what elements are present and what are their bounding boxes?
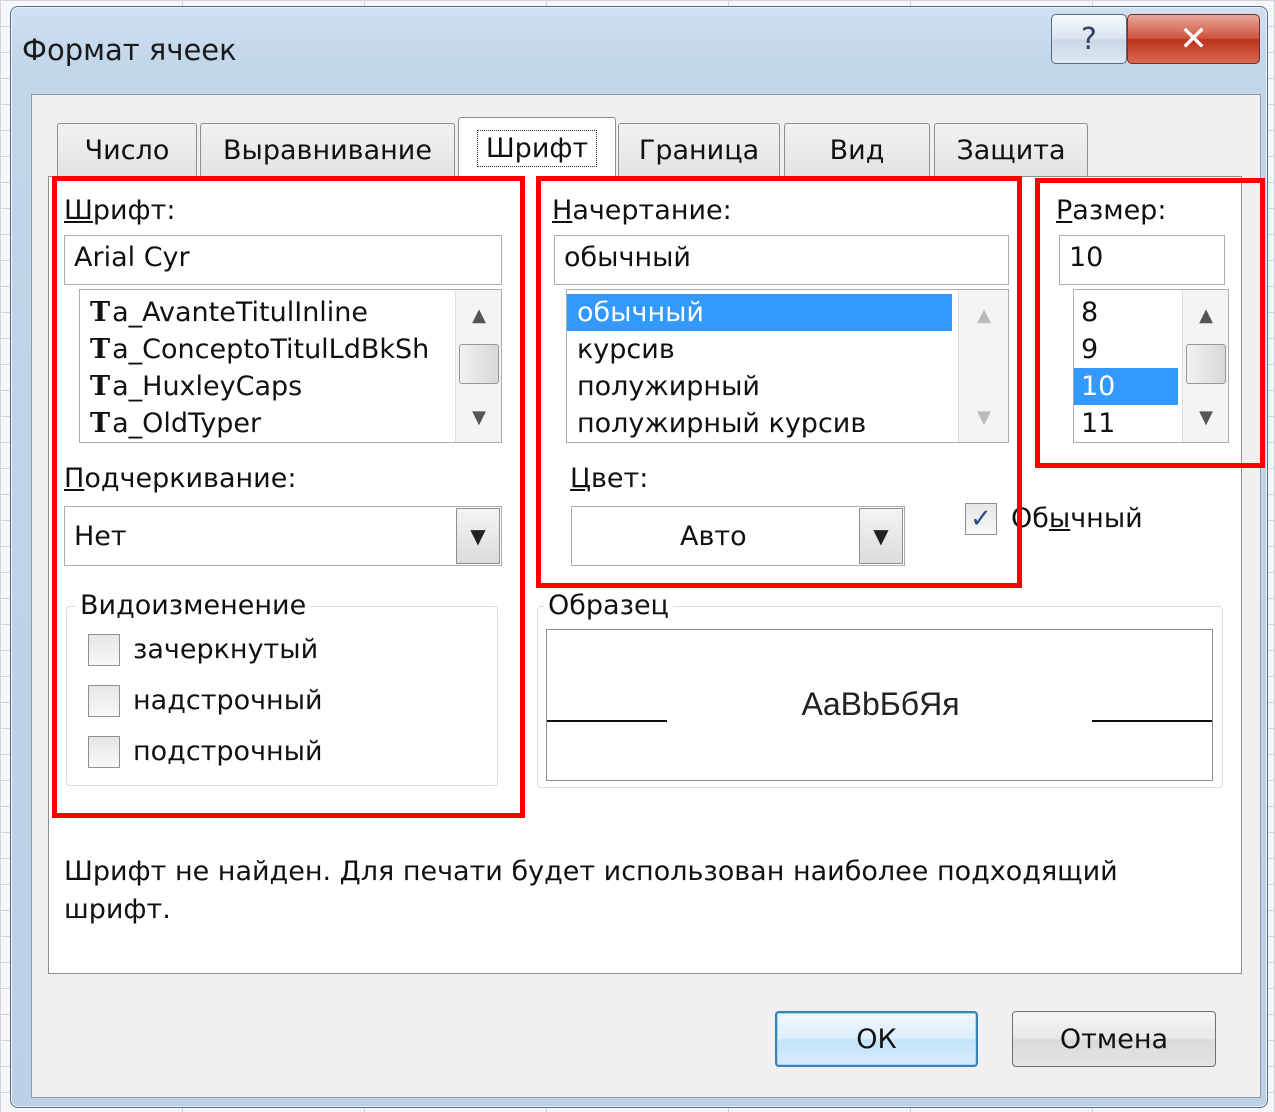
- tab-fill[interactable]: Вид: [784, 123, 930, 177]
- font-name-input[interactable]: Arial Cyr: [64, 235, 502, 285]
- truetype-icon: T: [90, 408, 110, 439]
- font-label: Шрифт:: [64, 195, 176, 226]
- preview-box: AaBbБбЯя: [546, 629, 1213, 781]
- normal-font-checkbox[interactable]: ✓: [965, 503, 997, 535]
- scroll-down-icon[interactable]: ▼: [456, 402, 501, 432]
- close-icon: ✕: [1179, 19, 1208, 59]
- truetype-icon: T: [90, 371, 110, 402]
- scroll-down-icon[interactable]: ▼: [959, 402, 1008, 432]
- help-button[interactable]: ?: [1051, 14, 1127, 64]
- list-item[interactable]: 8: [1074, 294, 1178, 331]
- font-list-scrollbar[interactable]: ▲ ▼: [455, 290, 501, 442]
- style-label: Начертание:: [552, 195, 732, 226]
- size-input[interactable]: 10: [1059, 235, 1225, 285]
- list-item[interactable]: полужирный курсив: [567, 405, 952, 442]
- tab-alignment[interactable]: Выравнивание: [200, 123, 455, 177]
- ok-button[interactable]: ОК: [775, 1011, 978, 1067]
- font-list[interactable]: Ta_AvanteTitulInline Ta_ConceptoTitulLdB…: [79, 289, 502, 443]
- chevron-down-icon[interactable]: ▼: [859, 508, 903, 564]
- effects-group-title: Видоизменение: [76, 590, 311, 621]
- strikethrough-label[interactable]: зачеркнутый: [133, 634, 318, 665]
- list-item[interactable]: полужирный: [567, 368, 952, 405]
- list-item[interactable]: Ta_AvanteTitulInline: [80, 294, 456, 331]
- scroll-up-icon[interactable]: ▲: [1183, 300, 1228, 330]
- style-list-scrollbar[interactable]: ▲ ▼: [958, 290, 1008, 442]
- preview-group-title: Образец: [544, 590, 673, 621]
- subscript-checkbox[interactable]: [88, 736, 120, 768]
- size-list-scrollbar[interactable]: ▲ ▼: [1182, 290, 1228, 442]
- list-item[interactable]: Ta_HuxleyCaps: [80, 368, 456, 405]
- font-not-found-message: Шрифт не найден. Для печати будет исполь…: [64, 856, 1118, 925]
- underline-value: Нет: [74, 521, 127, 552]
- style-input[interactable]: обычный: [554, 235, 1009, 285]
- tab-font[interactable]: Шрифт: [458, 117, 616, 179]
- scroll-thumb[interactable]: [459, 343, 499, 384]
- size-label: Размер:: [1056, 195, 1167, 226]
- tab-number[interactable]: Число: [57, 123, 197, 177]
- list-item[interactable]: 10: [1074, 368, 1178, 405]
- list-item[interactable]: Ta_ConceptoTitulLdBkSh: [80, 331, 456, 368]
- underline-label: Подчеркивание:: [64, 463, 297, 494]
- cancel-button[interactable]: Отмена: [1012, 1011, 1216, 1067]
- scroll-down-icon[interactable]: ▼: [1183, 402, 1228, 432]
- normal-font-label[interactable]: Обычный: [1011, 503, 1143, 534]
- checkmark-icon: ✓: [970, 504, 992, 534]
- style-list[interactable]: обычный курсив полужирный полужирный кур…: [566, 289, 1009, 443]
- underline-select[interactable]: Нет ▼: [64, 506, 502, 566]
- color-select[interactable]: Авто ▼: [571, 506, 905, 566]
- scroll-up-icon[interactable]: ▲: [959, 300, 1008, 330]
- truetype-icon: T: [90, 297, 110, 328]
- preview-text: AaBbБбЯя: [801, 686, 960, 722]
- superscript-checkbox[interactable]: [88, 685, 120, 717]
- strikethrough-checkbox[interactable]: [88, 634, 120, 666]
- chevron-down-icon[interactable]: ▼: [456, 508, 500, 564]
- list-item[interactable]: 9: [1074, 331, 1178, 368]
- list-item[interactable]: Ta_OldTyper: [80, 405, 456, 442]
- dialog-title: Формат ячеек: [22, 33, 237, 67]
- scroll-thumb[interactable]: [1186, 344, 1226, 384]
- color-value: Авто: [680, 521, 747, 552]
- help-icon: ?: [1081, 21, 1097, 57]
- list-item[interactable]: обычный: [567, 294, 952, 331]
- tab-border[interactable]: Граница: [618, 123, 780, 177]
- list-item[interactable]: 11: [1074, 405, 1178, 442]
- size-list[interactable]: 8 9 10 11 ▲ ▼: [1073, 289, 1229, 443]
- subscript-label[interactable]: подстрочный: [133, 736, 323, 767]
- list-item[interactable]: курсив: [567, 331, 952, 368]
- scroll-up-icon[interactable]: ▲: [456, 300, 501, 330]
- color-label: Цвет:: [570, 463, 649, 494]
- superscript-label[interactable]: надстрочный: [133, 685, 323, 716]
- close-button[interactable]: ✕: [1127, 14, 1260, 64]
- truetype-icon: T: [90, 334, 110, 365]
- tab-protection[interactable]: Защита: [934, 123, 1088, 177]
